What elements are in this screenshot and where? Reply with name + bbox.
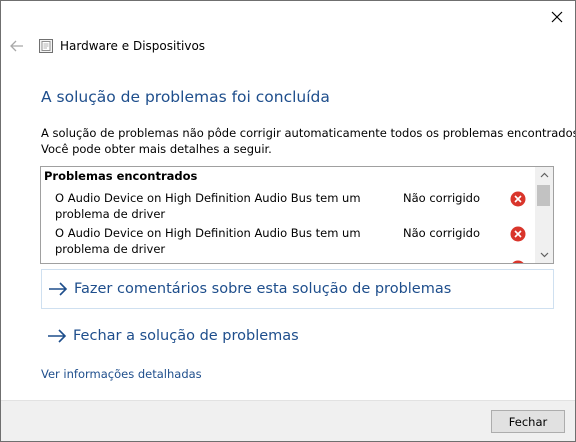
back-button[interactable] — [7, 35, 27, 57]
error-icon — [510, 226, 526, 242]
scroll-down-button[interactable] — [535, 247, 553, 263]
error-icon — [510, 191, 526, 207]
back-arrow-icon — [10, 40, 23, 52]
view-details-link[interactable]: Ver informações detalhadas — [41, 367, 202, 381]
close-icon — [551, 11, 563, 23]
description-line-2: Você pode obter mais detalhes a seguir. — [41, 142, 272, 156]
problem-row: O Audio Device on High Definition Audio … — [41, 190, 535, 224]
problem-row: O Audio Device on High Definition Audio … — [41, 225, 535, 259]
problems-scrollbar[interactable] — [535, 167, 553, 263]
page-title: A solução de problemas foi concluída — [41, 88, 330, 106]
feedback-action-label: Fazer comentários sobre esta solução de … — [74, 281, 452, 297]
chevron-up-icon — [540, 172, 548, 178]
scroll-up-button[interactable] — [535, 167, 553, 183]
arrow-right-icon — [47, 328, 69, 344]
close-button-footer[interactable]: Fechar — [491, 410, 565, 433]
problem-status: Não corrigido — [403, 191, 480, 205]
troubleshooter-window: Hardware e Dispositivos A solução de pro… — [0, 0, 576, 442]
problem-description-line-2: problema de driver — [55, 242, 166, 256]
chevron-down-icon — [540, 252, 548, 258]
description-line-1: A solução de problemas não pôde corrigir… — [41, 126, 576, 140]
app-title: Hardware e Dispositivos — [60, 39, 206, 53]
arrow-right-icon — [48, 281, 70, 297]
scroll-thumb[interactable] — [537, 185, 550, 206]
problem-description-line-2: problema de driver — [55, 207, 166, 221]
problem-status: Não corrigido — [403, 226, 480, 240]
close-troubleshooter-action[interactable]: Fechar a solução de problemas — [41, 317, 552, 355]
close-troubleshooter-label: Fechar a solução de problemas — [73, 328, 299, 344]
problem-description: O Audio Device on High Definition Audio … — [55, 190, 375, 222]
footer-bar: Fechar — [1, 400, 575, 441]
feedback-action[interactable]: Fazer comentários sobre esta solução de … — [41, 269, 554, 309]
problem-description-line-1: O Audio Device on High Definition Audio … — [55, 191, 361, 205]
problem-description: O Audio Device on High Definition Audio … — [55, 225, 375, 257]
problems-header: Problemas encontrados — [44, 169, 198, 183]
close-button[interactable] — [541, 3, 573, 31]
problem-description-line-1: O Audio Device on High Definition Audio … — [55, 226, 361, 240]
troubleshooter-app-icon — [39, 39, 53, 53]
error-icon-partial — [512, 260, 524, 263]
result-description: A solução de problemas não pôde corrigir… — [41, 125, 576, 157]
problems-list: Problemas encontrados O Audio Device on … — [40, 166, 554, 264]
